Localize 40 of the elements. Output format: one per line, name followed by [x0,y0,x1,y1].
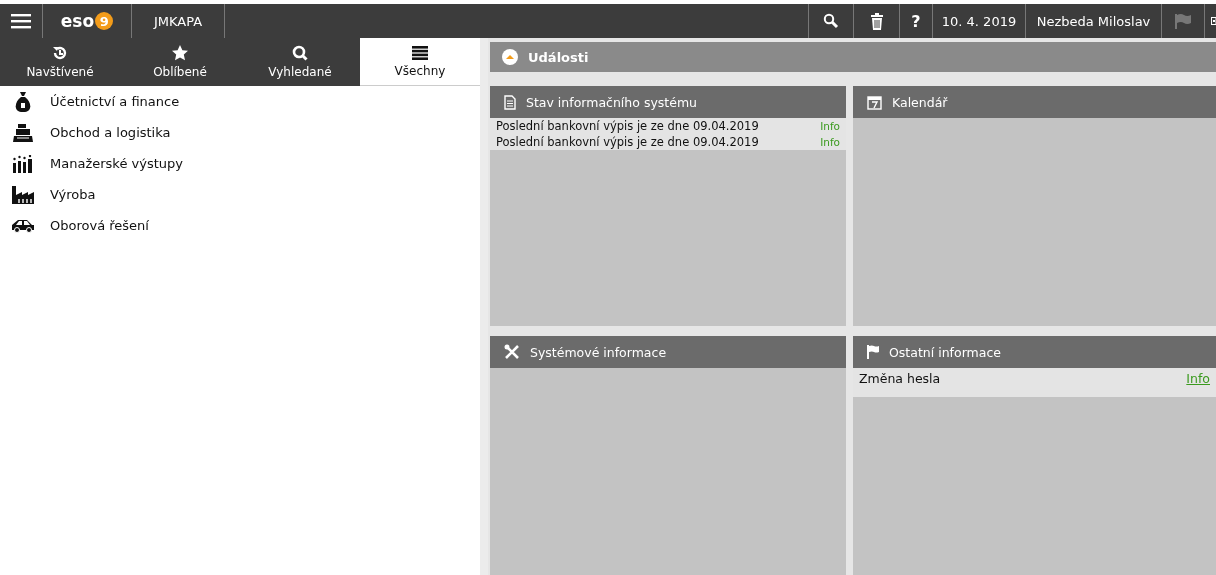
cash-register-icon [13,123,33,142]
panel-title: Kalendář [892,94,948,110]
user-name[interactable]: Nezbeda Miloslav [1036,13,1151,29]
search-icon[interactable] [823,13,839,29]
star-icon [172,45,188,61]
panel-title: Stav informačního systému [526,94,697,110]
section-title: Události [528,49,589,65]
menu-item[interactable]: Manažerské výstupy [50,156,183,171]
menu-item[interactable]: Výroba [50,187,96,202]
flag-icon [867,345,879,359]
menu-item[interactable]: Účetnictví a finance [50,94,180,109]
search-icon [292,45,308,61]
menu-item[interactable]: Oborová řešení [50,218,149,233]
tab[interactable]: Vyhledané [240,38,360,86]
collapse-icon[interactable] [502,49,518,65]
list-icon [412,45,428,60]
help-button[interactable]: ? [911,11,921,31]
tools-icon [504,344,520,360]
logo: eso 9 [60,11,114,31]
menu-icon[interactable] [11,13,31,29]
info-text: Poslední bankovní výpis je ze dne 09.04.2019 [496,119,759,133]
menu-item[interactable]: Obchod a logistika [50,125,171,140]
document-icon [504,94,516,110]
panel-title: Systémové informace [530,344,667,360]
tab[interactable]: Všechny [360,38,480,86]
tab[interactable]: Oblíbené [120,38,240,86]
date-label: 10. 4. 2019 [941,13,1017,29]
tab[interactable]: Navštívené [0,38,120,86]
bar-chart-icon [13,154,33,173]
factory-icon [12,185,34,204]
calendar-icon [867,94,882,110]
trash-icon[interactable] [869,12,884,30]
company-name: JMKAPA [153,13,203,29]
flag-icon[interactable] [1174,13,1192,29]
panel-title: Ostatní informace [889,344,1001,360]
history-icon [52,45,68,61]
info-text: Změna hesla [859,371,941,386]
car-icon [11,218,35,233]
money-bag-icon [14,91,32,112]
info-text: Poslední bankovní výpis je ze dne 09.04.2019 [496,135,759,149]
